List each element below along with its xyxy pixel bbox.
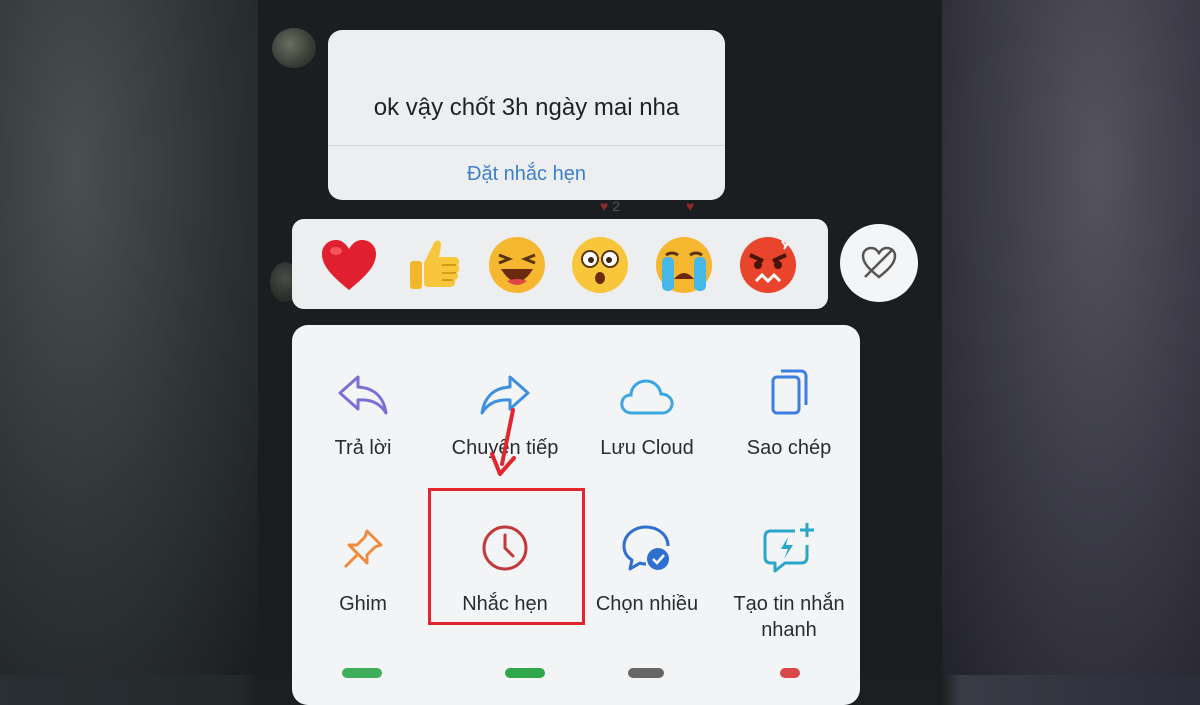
heart-icon: ♥ xyxy=(600,198,609,214)
message-bubble[interactable]: ok vậy chốt 3h ngày mai nha Đặt nhắc hẹn xyxy=(328,30,725,200)
menu-item-multi-select[interactable]: Chọn nhiều xyxy=(576,513,718,617)
cloud-icon xyxy=(620,379,674,415)
surprised-emoji-icon[interactable] xyxy=(570,235,630,295)
crying-emoji-icon[interactable] xyxy=(654,235,714,295)
reply-icon xyxy=(338,375,388,415)
annotation-arrow-icon xyxy=(490,408,516,476)
heart-icon: ♥ xyxy=(686,198,695,214)
sender-avatar[interactable] xyxy=(272,28,316,68)
remove-reaction-button[interactable] xyxy=(840,224,918,302)
bubble-divider xyxy=(328,145,725,146)
thumbs-up-emoji-icon[interactable] xyxy=(404,235,464,295)
menu-item-reply[interactable]: Trả lời xyxy=(292,357,434,461)
laughing-emoji-icon[interactable] xyxy=(487,235,547,295)
background-right xyxy=(942,0,1200,675)
menu-item-label: Sao chép xyxy=(746,437,832,459)
next-row-icon xyxy=(780,668,800,678)
copy-icon xyxy=(771,369,808,415)
menu-item-quick-message[interactable]: Tạo tin nhắn nhanh xyxy=(718,513,860,643)
angry-emoji-icon[interactable] xyxy=(738,235,798,295)
menu-item-label: Chọn nhiều xyxy=(595,593,699,615)
next-row-icon xyxy=(628,668,664,678)
background-left xyxy=(0,0,258,675)
reaction-count: 2 xyxy=(612,198,620,214)
next-row-icon xyxy=(505,668,545,678)
quick-message-icon xyxy=(763,523,814,573)
menu-item-label: Lưu Cloud xyxy=(600,437,694,459)
heart-emoji-icon[interactable] xyxy=(319,235,379,295)
menu-item-save-cloud[interactable]: Lưu Cloud xyxy=(576,357,718,461)
chat-check-icon xyxy=(622,525,670,571)
menu-item-copy[interactable]: Sao chép xyxy=(718,357,860,461)
set-reminder-link[interactable]: Đặt nhắc hẹn xyxy=(328,163,725,186)
menu-item-label: Ghim xyxy=(339,593,387,615)
pin-icon xyxy=(343,529,383,569)
menu-item-label: Tạo tin nhắn nhanh xyxy=(733,593,845,641)
message-text: ok vậy chốt 3h ngày mai nha xyxy=(373,94,680,121)
menu-item-pin[interactable]: Ghim xyxy=(292,513,434,617)
reaction-summary: ♥ 2 xyxy=(600,198,620,214)
heart-off-icon xyxy=(861,246,897,279)
reminder-highlight-box xyxy=(428,488,585,625)
reaction-bar xyxy=(292,219,828,309)
menu-item-label: Trả lời xyxy=(334,437,392,459)
next-row-icon xyxy=(342,668,382,678)
